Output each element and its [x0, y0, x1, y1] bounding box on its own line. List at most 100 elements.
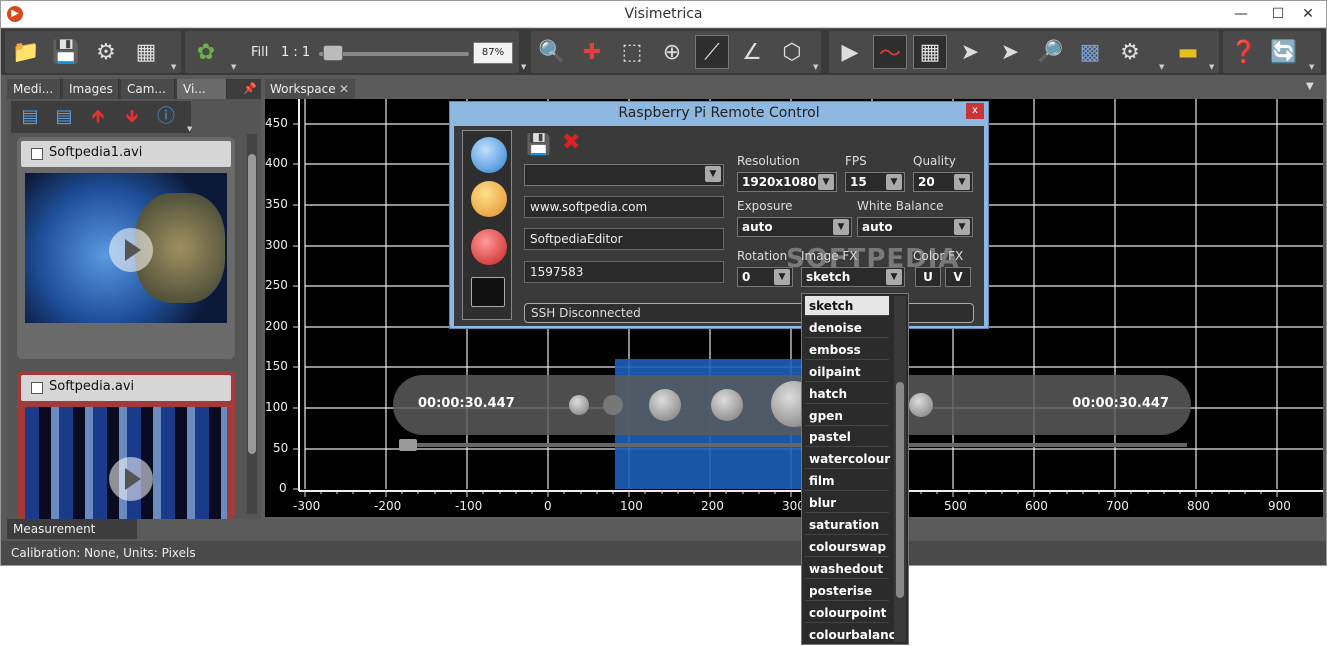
ruler-icon[interactable]: ▬	[1171, 35, 1205, 69]
rectangle-select-icon[interactable]: ⬚	[615, 35, 649, 69]
delete-config-icon[interactable]: ✖	[562, 130, 588, 155]
add-usb-camera-icon[interactable]: ⚙	[89, 35, 123, 69]
tab-cameras[interactable]: Cam...	[121, 79, 175, 99]
angle-tool-icon[interactable]: ∠	[735, 35, 769, 69]
video-progress-bar[interactable]	[401, 443, 1187, 447]
histogram-icon[interactable]: ▩	[1073, 35, 1107, 69]
move-up-icon[interactable]: 🡹	[85, 105, 111, 129]
quality-select[interactable]: 20 ▼	[913, 172, 973, 192]
scrollbar-thumb[interactable]	[248, 154, 256, 454]
chart-icon[interactable]: 〜	[873, 35, 907, 69]
play-overlay-icon[interactable]	[109, 457, 153, 501]
connect-icon[interactable]	[471, 181, 507, 217]
scrollbar-thumb[interactable]	[896, 382, 904, 598]
password-input[interactable]: 1597583	[524, 261, 724, 283]
device-select[interactable]: ▼	[524, 164, 724, 186]
select-cursor-icon[interactable]: ➤	[953, 35, 987, 69]
image-fx-option-film[interactable]: film	[805, 471, 889, 492]
remove-video-icon[interactable]: ▤	[51, 105, 77, 129]
image-fx-option-emboss[interactable]: emboss	[805, 340, 889, 360]
tab-videos[interactable]: Vi...	[177, 79, 227, 99]
add-ip-camera-icon[interactable]: ▦	[129, 35, 163, 69]
close-button[interactable]: ✕	[1293, 3, 1323, 25]
image-fx-option-blur[interactable]: blur	[805, 493, 889, 514]
tab-media[interactable]: Medi...	[7, 79, 61, 99]
host-input[interactable]: www.softpedia.com	[524, 196, 724, 218]
video-progress-thumb[interactable]	[399, 439, 417, 451]
toolbar-overflow-icon[interactable]: ▼	[1309, 63, 1317, 71]
toolbar-overflow-icon[interactable]: ▼	[813, 63, 821, 71]
media-item-selected[interactable]: Softpedia.avi	[17, 371, 235, 519]
image-fx-option-colourbalance[interactable]: colourbalance	[805, 625, 904, 644]
info-icon[interactable]: ⓘ	[153, 105, 179, 129]
minimize-button[interactable]: —	[1226, 3, 1256, 25]
media-item-checkbox[interactable]	[31, 382, 43, 394]
video-thumbnail[interactable]	[25, 407, 227, 519]
image-fx-option-gpen[interactable]: gpen	[805, 406, 889, 426]
toolbar-overflow-icon[interactable]: ▼	[521, 63, 529, 71]
toolbar-overflow-icon[interactable]: ▼	[231, 63, 239, 71]
snapshot-camera-icon[interactable]	[909, 393, 933, 417]
media-item-checkbox[interactable]	[31, 148, 43, 160]
media-panel-scrollbar[interactable]	[247, 134, 257, 514]
image-fx-option-sketch[interactable]: sketch	[805, 296, 889, 316]
close-tab-icon[interactable]: ✕	[339, 79, 349, 99]
image-fx-option-oilpaint[interactable]: oilpaint	[805, 362, 889, 382]
move-down-icon[interactable]: 🡻	[119, 105, 145, 129]
fps-select[interactable]: 15 ▼	[845, 172, 905, 192]
image-fx-option-hatch[interactable]: hatch	[805, 384, 889, 404]
maximize-button[interactable]: ☐	[1263, 3, 1293, 25]
image-fx-option-washedout[interactable]: washedout	[805, 559, 889, 579]
exposure-select[interactable]: auto ▼	[737, 217, 852, 237]
stop-icon[interactable]	[649, 389, 681, 421]
ratio-label[interactable]: 1 : 1	[281, 45, 310, 60]
zoom-slider-thumb[interactable]	[323, 45, 343, 61]
rewind-icon[interactable]	[711, 389, 743, 421]
toolbar-overflow-icon[interactable]: ▼	[171, 63, 179, 71]
open-folder-icon[interactable]: 📁	[9, 35, 43, 69]
play-overlay-icon[interactable]	[109, 228, 153, 272]
white-balance-select[interactable]: auto ▼	[857, 217, 973, 237]
point-tool-icon[interactable]: ⊕	[655, 35, 689, 69]
add-video-icon[interactable]: ▤	[17, 105, 43, 129]
edit-cursor-icon[interactable]: ➤	[993, 35, 1027, 69]
toolbar-overflow-icon[interactable]: ▼	[1159, 63, 1167, 71]
image-fx-option-pastel[interactable]: pastel	[805, 427, 889, 448]
workspace-tab[interactable]: Workspace ✕	[265, 79, 355, 99]
workspace-menu-icon[interactable]: ▼	[1306, 81, 1314, 92]
raspberry-pi-icon[interactable]: ✿	[189, 35, 223, 69]
terminal-icon[interactable]	[471, 277, 505, 307]
pin-icon[interactable]: 📌	[243, 82, 257, 95]
pan-tool-icon[interactable]: ✚	[575, 35, 609, 69]
toolbar-overflow-icon[interactable]: ▼	[1209, 63, 1217, 71]
video-thumbnail[interactable]	[25, 173, 227, 323]
resolution-select[interactable]: 1920x1080 ▼	[737, 172, 837, 192]
image-fx-option-colourswap[interactable]: colourswap	[805, 537, 889, 557]
image-fx-option-watercolour[interactable]: watercolour	[805, 449, 890, 470]
image-fx-option-posterise[interactable]: posterise	[805, 581, 889, 601]
help-icon[interactable]: ❓	[1227, 35, 1261, 69]
loop-icon[interactable]	[569, 395, 589, 415]
update-icon[interactable]: 🔄	[1267, 35, 1301, 69]
rotation-select[interactable]: 0 ▼	[737, 267, 793, 287]
disconnect-icon[interactable]	[471, 229, 507, 265]
toolbar-overflow-icon[interactable]: ▼	[187, 125, 195, 133]
image-fx-option-saturation[interactable]: saturation	[805, 515, 889, 535]
settings-gear-icon[interactable]: ⚙	[1113, 35, 1147, 69]
measurement-objects-tab[interactable]: Measurement Objects	[7, 519, 137, 556]
polygon-tool-icon[interactable]: ⬡	[775, 35, 809, 69]
save-config-icon[interactable]: 💾	[526, 132, 552, 156]
magnifier-icon[interactable]: 🔎	[1033, 35, 1067, 69]
username-input[interactable]: SoftpediaEditor	[524, 228, 724, 250]
image-fx-option-colourpoint[interactable]: colourpoint	[805, 603, 889, 623]
tab-images[interactable]: Images	[63, 79, 119, 99]
refresh-icon[interactable]	[471, 137, 507, 173]
zoom-tool-icon[interactable]: 🔍	[535, 35, 569, 69]
dropdown-scrollbar[interactable]	[894, 296, 906, 642]
image-fx-option-denoise[interactable]: denoise	[805, 318, 889, 338]
grid-icon[interactable]: ▦	[913, 35, 947, 69]
media-item[interactable]: Softpedia1.avi	[17, 137, 235, 359]
save-icon[interactable]: 💾	[49, 35, 83, 69]
mute-icon[interactable]	[603, 395, 623, 415]
line-tool-icon[interactable]: ⟋	[695, 35, 729, 69]
